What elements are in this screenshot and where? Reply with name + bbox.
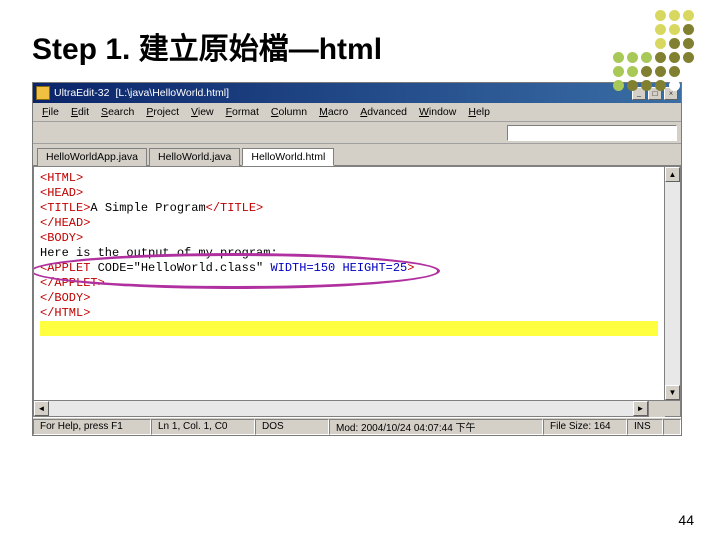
status-grip	[663, 419, 681, 435]
current-line-highlight	[40, 321, 658, 336]
slide-title: Step 1. 建立原始檔—html	[0, 0, 720, 82]
tabbar: HelloWorldApp.java HelloWorld.java Hello…	[33, 144, 681, 166]
toolbar-button[interactable]	[77, 124, 95, 142]
toolbar-button[interactable]	[137, 124, 155, 142]
app-name: UltraEdit-32	[54, 87, 109, 99]
page-number: 44	[678, 512, 694, 528]
menu-help[interactable]: Help	[463, 105, 495, 119]
menu-search[interactable]: Search	[96, 105, 139, 119]
toolbar	[33, 122, 681, 144]
menubar: File Edit Search Project View Format Col…	[33, 103, 681, 122]
code-line: </BODY>	[40, 291, 90, 305]
status-filesize: File Size: 164	[543, 419, 627, 435]
code-line: <APPLET	[40, 261, 98, 275]
code-line: </HEAD>	[40, 216, 90, 230]
toolbar-input[interactable]	[507, 125, 677, 141]
status-insert-mode: INS	[627, 419, 663, 435]
titlebar[interactable]: UltraEdit-32 [L:\java\HelloWorld.html] _…	[33, 83, 681, 103]
doc-path: [L:\java\HelloWorld.html]	[115, 87, 229, 99]
menu-advanced[interactable]: Advanced	[355, 105, 412, 119]
scroll-down-icon[interactable]: ▼	[665, 385, 680, 400]
menu-column[interactable]: Column	[266, 105, 312, 119]
menu-view[interactable]: View	[186, 105, 219, 119]
code-text: A Simple Program	[90, 201, 205, 215]
status-help: For Help, press F1	[33, 419, 151, 435]
scroll-corner	[665, 401, 681, 417]
editor-area[interactable]: <HTML> <HEAD> <TITLE>A Simple Program</T…	[33, 166, 665, 401]
code-line: <BODY>	[40, 231, 83, 245]
toolbar-button[interactable]	[57, 124, 75, 142]
code-line: >	[407, 261, 414, 275]
tab-java-app[interactable]: HelloWorldApp.java	[37, 148, 147, 166]
scroll-left-icon[interactable]: ◄	[34, 401, 49, 416]
menu-project[interactable]: Project	[141, 105, 184, 119]
code-line: </TITLE>	[206, 201, 264, 215]
status-modified: Mod: 2004/10/24 04:07:44 下午	[329, 419, 543, 435]
horizontal-scrollbar[interactable]: ◄ ►	[33, 401, 649, 417]
menu-file[interactable]: File	[37, 105, 64, 119]
code-attr: CODE="HelloWorld.class"	[98, 261, 271, 275]
scroll-up-icon[interactable]: ▲	[665, 167, 680, 182]
menu-macro[interactable]: Macro	[314, 105, 353, 119]
tab-java[interactable]: HelloWorld.java	[149, 148, 240, 166]
toolbar-button[interactable]	[97, 124, 115, 142]
code-line: </APPLET>	[40, 276, 105, 290]
decorative-dots	[613, 10, 694, 91]
vertical-scrollbar[interactable]: ▲ ▼	[665, 166, 681, 401]
statusbar: For Help, press F1 Ln 1, Col. 1, C0 DOS …	[33, 417, 681, 435]
menu-edit[interactable]: Edit	[66, 105, 94, 119]
code-line: <HTML>	[40, 171, 83, 185]
status-position: Ln 1, Col. 1, C0	[151, 419, 255, 435]
app-window: UltraEdit-32 [L:\java\HelloWorld.html] _…	[32, 82, 682, 436]
toolbar-button[interactable]	[117, 124, 135, 142]
code-text: Here is the output of my program:	[40, 246, 278, 260]
code-attr: WIDTH=150 HEIGHT=25	[270, 261, 407, 275]
toolbar-button[interactable]	[37, 124, 55, 142]
scroll-track[interactable]	[665, 182, 680, 385]
status-encoding: DOS	[255, 419, 329, 435]
tab-html[interactable]: HelloWorld.html	[242, 148, 334, 166]
code-line: <TITLE>	[40, 201, 90, 215]
code-line: <HEAD>	[40, 186, 83, 200]
app-icon	[36, 86, 50, 100]
scroll-track[interactable]	[49, 401, 633, 416]
code-line: </HTML>	[40, 306, 90, 320]
menu-format[interactable]: Format	[221, 105, 264, 119]
menu-window[interactable]: Window	[414, 105, 461, 119]
scroll-right-icon[interactable]: ►	[633, 401, 648, 416]
